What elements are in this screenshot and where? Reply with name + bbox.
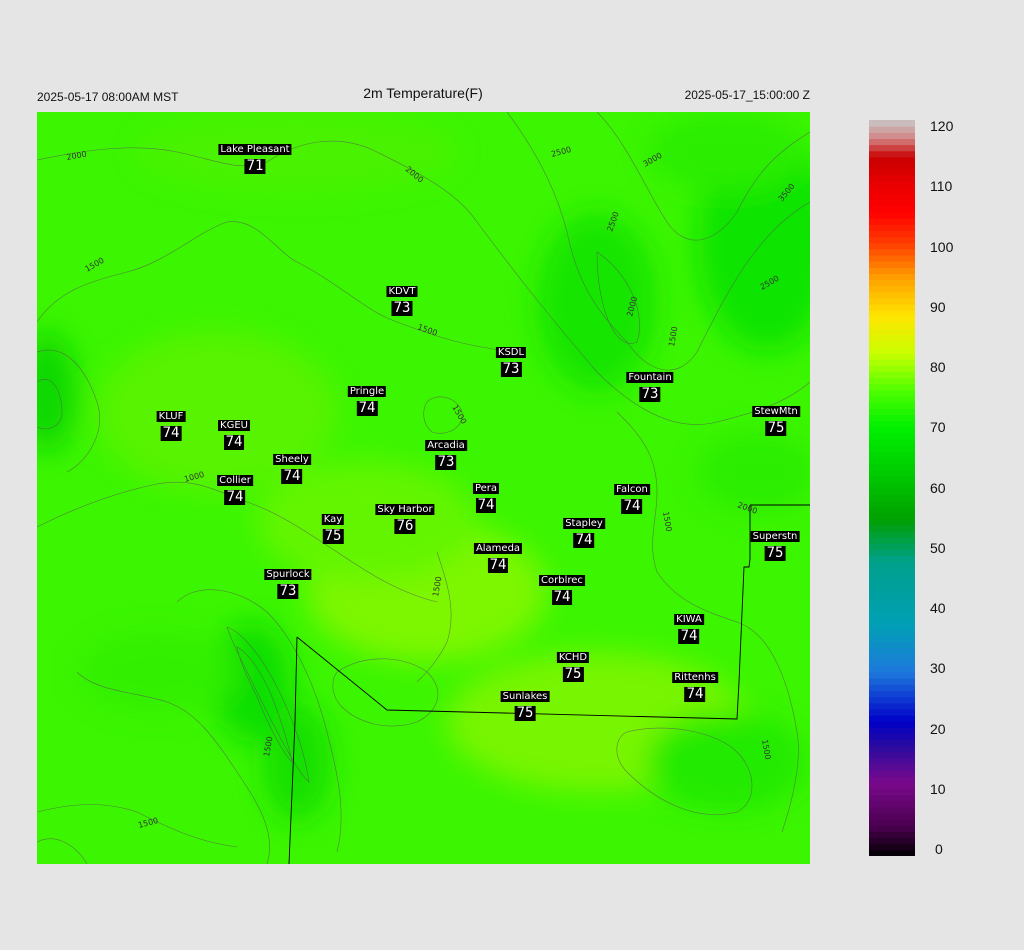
station-sunlakes[interactable]: Sunlakes 75 [500,686,550,721]
station-name: StewMtn [752,406,800,417]
station-temperature: 74 [684,686,706,702]
station-rittenhs[interactable]: Rittenhs 74 [672,667,718,702]
station-kluf[interactable]: KLUF 74 [156,406,186,441]
station-pringle[interactable]: Pringle 74 [347,381,387,416]
station-fountain[interactable]: Fountain 73 [626,367,674,402]
station-name: Pringle [347,386,387,397]
station-name: Spurlock [264,569,312,580]
station-temperature: 75 [514,705,536,721]
station-temperature: 75 [322,528,344,544]
colorbar-tick-label: 0 [935,841,943,857]
station-temperature: 73 [500,361,522,377]
station-name: KSDL [495,347,527,358]
colorbar-tick-label: 80 [930,359,946,375]
station-name: KCHD [556,652,590,663]
colorbar-tick-label: 40 [930,600,946,616]
station-temperature: 74 [621,498,643,514]
colorbar-tick-label: 10 [930,780,946,797]
station-stewmtn[interactable]: StewMtn 75 [752,401,800,436]
station-kay[interactable]: Kay 75 [321,509,345,544]
colorbar-tick-label: 30 [930,660,946,677]
station-temperature: 74 [160,425,182,441]
station-name: Pera [472,483,500,494]
colorbar-tick-label: 120 [930,118,954,134]
station-name: KLUF [156,411,186,422]
colorbar-tick-label: 70 [930,419,946,436]
station-name: Rittenhs [672,672,718,683]
station-temperature: 73 [435,454,457,470]
station-temperature: 75 [765,420,787,436]
station-name: Collier [217,475,253,486]
station-kgeu[interactable]: KGEU 74 [218,415,250,450]
station-name: Sky Harbor [375,504,435,515]
station-kchd[interactable]: KCHD 75 [556,647,590,682]
station-sheely[interactable]: Sheely 74 [273,449,311,484]
station-temperature: 74 [281,468,303,484]
station-lake-pleasant[interactable]: Lake Pleasant 71 [218,139,292,174]
station-name: Sheely [273,454,311,465]
station-temperature: 74 [475,497,497,513]
station-temperature: 71 [244,158,266,174]
colorbar-tick-label: 90 [930,298,946,315]
station-name: Sunlakes [500,691,550,702]
station-superstn[interactable]: Superstn 75 [750,526,800,561]
station-name: Kay [321,514,345,525]
station-pera[interactable]: Pera 74 [472,478,500,513]
station-temperature: 74 [223,434,245,450]
station-falcon[interactable]: Falcon 74 [614,479,650,514]
local-time-label: 2025-05-17 08:00AM MST [37,90,179,104]
station-name: Fountain [626,372,674,383]
station-alameda[interactable]: Alameda 74 [473,538,523,573]
station-name: Falcon [614,484,650,495]
station-temperature: 73 [639,386,661,402]
station-collier[interactable]: Collier 74 [217,470,253,505]
colorbar [869,120,915,856]
station-temperature: 74 [573,532,595,548]
station-temperature: 74 [356,400,378,416]
map-background: 200020002500 3000350025002000150015001500… [37,112,810,864]
station-temperature: 74 [224,489,246,505]
station-spurlock[interactable]: Spurlock 73 [264,564,312,599]
station-name: Stapley [563,518,605,529]
station-temperature: 75 [562,666,584,682]
station-name: Corblrec [539,575,585,586]
station-name: Lake Pleasant [218,144,292,155]
station-stapley[interactable]: Stapley 74 [563,513,605,548]
station-kdvt[interactable]: KDVT 73 [386,281,418,316]
station-temperature: 73 [391,300,413,316]
temperature-map[interactable]: 2000 2000 2500 3000 3500 2500 2000 1500 1500 1500… [37,112,810,864]
utc-time-label: 2025-05-17_15:00:00 Z [684,88,810,102]
station-name: KGEU [218,420,250,431]
colorbar-tick-label: 60 [930,479,946,496]
station-temperature: 76 [394,518,416,534]
colorbar-tick-label: 50 [930,539,946,556]
station-sky-harbor[interactable]: Sky Harbor 76 [375,499,435,534]
station-temperature: 75 [764,545,786,561]
station-ksdl[interactable]: KSDL 73 [495,342,527,377]
station-temperature: 74 [678,628,700,644]
station-name: Arcadia [425,440,467,451]
station-name: Superstn [750,531,800,542]
station-temperature: 74 [487,557,509,573]
colorbar-tick-label: 110 [930,178,953,195]
colorbar-tick-label: 100 [930,238,954,255]
station-corblrec[interactable]: Corblrec 74 [539,570,585,605]
station-temperature: 74 [551,589,573,605]
station-temperature: 73 [277,583,299,599]
colorbar-tick-label: 20 [930,720,946,737]
station-arcadia[interactable]: Arcadia 73 [425,435,467,470]
station-name: KDVT [386,286,418,297]
station-name: KIWA [674,614,704,625]
station-kiwa[interactable]: KIWA 74 [674,609,704,644]
station-name: Alameda [473,543,523,554]
